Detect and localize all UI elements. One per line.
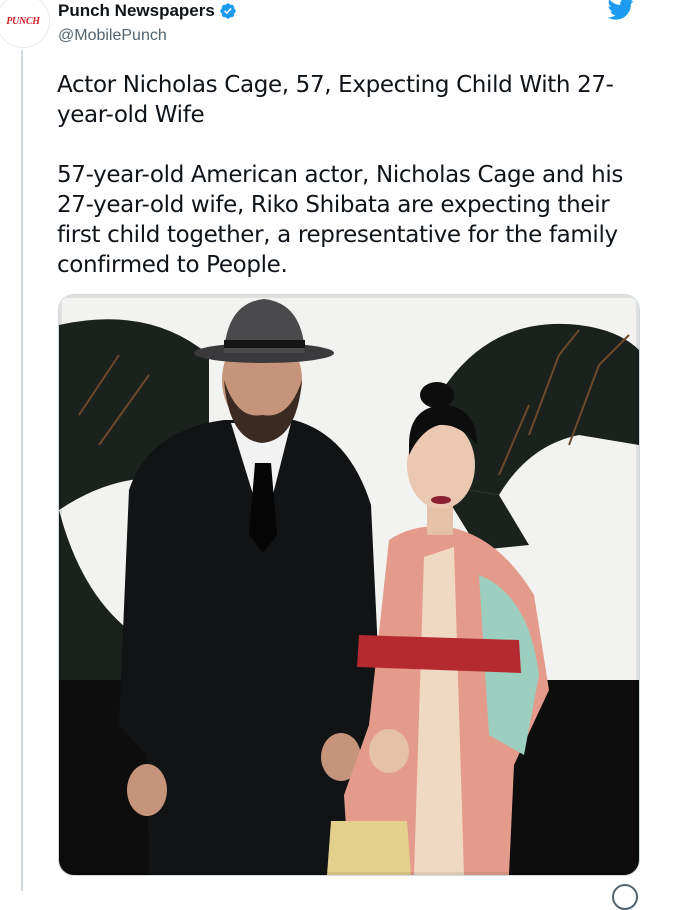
avatar-logo-text: PUNCH [6,15,40,27]
tweet-header: Punch Newspapers @MobilePunch [58,1,237,45]
verified-badge-icon [220,3,236,19]
tweet-text: Actor Nicholas Cage, 57, Expecting Child… [57,70,637,280]
twitter-bird-icon[interactable] [606,0,636,22]
author-display-name[interactable]: Punch Newspapers [58,1,215,21]
photo-illustration [59,295,639,875]
tweet-body: 57-year-old American actor, Nicholas Cag… [57,162,624,278]
more-options-icon[interactable] [612,884,638,910]
tweet-photo[interactable] [58,294,640,876]
author-name-row: Punch Newspapers [58,1,237,21]
avatar[interactable]: PUNCH [0,0,50,48]
tweet-headline: Actor Nicholas Cage, 57, Expecting Child… [57,72,614,128]
author-handle[interactable]: @MobilePunch [58,27,237,45]
thread-line [21,50,23,891]
